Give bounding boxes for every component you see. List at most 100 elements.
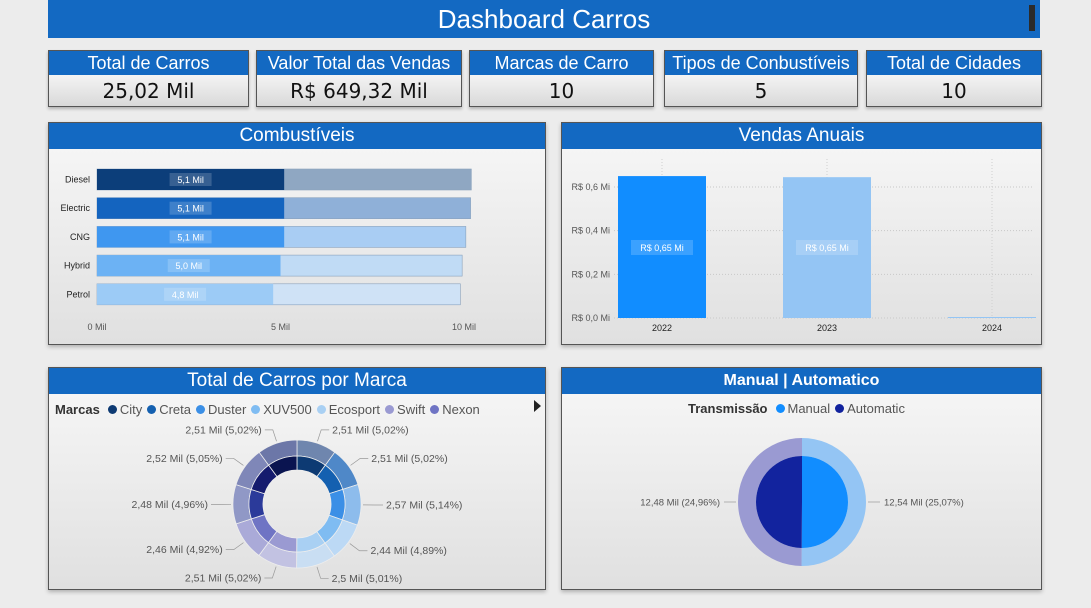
- slice-label: 12,48 Mil (24,96%): [640, 498, 720, 509]
- legend-item[interactable]: City: [106, 402, 142, 417]
- legend-next-arrow-icon[interactable]: [534, 400, 541, 412]
- legend-item[interactable]: XUV500: [249, 402, 312, 417]
- leader-line: [350, 458, 369, 466]
- legend-item[interactable]: Duster: [194, 402, 246, 417]
- legend-label: Swift: [397, 402, 426, 417]
- leader-line: [316, 566, 329, 579]
- legend-item[interactable]: Nexon: [428, 402, 480, 417]
- bar[interactable]: [948, 317, 1036, 318]
- panel-title: Combustíveis: [49, 123, 545, 149]
- leader-line: [225, 458, 244, 466]
- page-title: Dashboard Carros: [437, 3, 651, 34]
- dashboard-header: Dashboard Carros: [48, 0, 1040, 38]
- kpi-value: 10: [867, 75, 1041, 106]
- data-label: R$ 0,65 Mi: [805, 243, 849, 253]
- legend-item[interactable]: Creta: [145, 402, 191, 417]
- slice-label: 2,51 Mil (5,02%): [371, 453, 447, 465]
- legend-dot-icon: [251, 405, 261, 414]
- slice-label: 2,51 Mil (5,02%): [185, 573, 261, 585]
- data-label: 5,1 Mil: [177, 204, 204, 214]
- kpi-total-cars: Total de Carros 25,02 Mil: [48, 50, 249, 107]
- legend-item[interactable]: Swift: [383, 402, 425, 417]
- data-label: 4,8 Mil: [172, 290, 199, 300]
- leader-line: [317, 429, 330, 442]
- transmission-chart-area: Transmissão Manual Automatic 12,54 Mil (2…: [562, 394, 1041, 589]
- panel-title: Manual | Automatico: [562, 368, 1041, 394]
- kpi-fuel-types: Tipos de Conbustíveis 5: [664, 50, 858, 107]
- annual-sales-panel: Vendas Anuais R$ 0,0 Mi R$ 0,2 Mi R$ 0,4 M…: [561, 122, 1042, 345]
- brand-panel: Total de Carros por Marca Marcas City Cre…: [48, 367, 546, 590]
- legend-label: City: [119, 402, 143, 417]
- slice-label: 2,48 Mil (4,96%): [132, 499, 208, 511]
- annual-sales-chart[interactable]: R$ 0,0 Mi R$ 0,2 Mi R$ 0,4 Mi R$ 0,6 Mi 2022…: [562, 149, 1039, 342]
- kpi-car-brands: Marcas de Carro 10: [469, 50, 654, 107]
- kpi-value: 25,02 Mil: [49, 75, 248, 106]
- donut-slice[interactable]: [248, 488, 266, 520]
- fuel-chart-area: 0 Mil 5 Mil 10 Mil Diesel 5,1 Mil Electric 5,1…: [49, 149, 545, 344]
- legend-label: Manual: [787, 401, 831, 416]
- legend-label: Duster: [208, 402, 247, 417]
- legend-label: XUV500: [263, 402, 312, 417]
- y-category-label: Hybrid: [64, 261, 90, 271]
- data-label: 5,0 Mil: [175, 261, 202, 271]
- slice-label: 2,46 Mil (4,92%): [146, 544, 222, 556]
- legend-dot-icon: [107, 405, 117, 414]
- x-tick-label: 0 Mil: [87, 322, 106, 332]
- y-tick-label: R$ 0,0 Mi: [571, 313, 610, 323]
- kpi-title: Marcas de Carro: [470, 51, 653, 75]
- y-category-label: CNG: [70, 232, 90, 242]
- kpi-title: Total de Cidades: [867, 51, 1041, 75]
- leader-line: [225, 542, 244, 550]
- legend-dot-icon: [316, 405, 326, 414]
- kpi-total-cities: Total de Cidades 10: [866, 50, 1042, 107]
- y-tick-label: R$ 0,2 Mi: [571, 269, 610, 279]
- slice-label: 12,54 Mil (25,07%): [884, 498, 964, 509]
- transmission-donut-chart[interactable]: 12,54 Mil (25,07%) 12,48 Mil (24,96%): [562, 394, 1039, 587]
- y-tick-label: R$ 0,6 Mi: [571, 182, 610, 192]
- y-tick-label: R$ 0,4 Mi: [571, 226, 610, 236]
- legend-item[interactable]: Automatic: [833, 401, 905, 416]
- y-category-label: Electric: [60, 203, 90, 213]
- legend-label: Ecosport: [328, 402, 381, 417]
- transmission-panel: Manual | Automatico Transmissão Manual Au…: [561, 367, 1042, 590]
- data-label: 5,1 Mil: [177, 175, 204, 185]
- slice-label: 2,51 Mil (5,02%): [185, 424, 261, 436]
- legend-title: Marcas: [55, 402, 100, 417]
- kpi-title: Valor Total das Vendas: [257, 51, 461, 75]
- kpi-title: Tipos de Conbustíveis: [665, 51, 857, 75]
- scroll-handle[interactable]: [1029, 5, 1035, 31]
- panel-title: Total de Carros por Marca: [49, 368, 545, 394]
- brand-donut-chart[interactable]: 2,51 Mil (5,02%) 2,51 Mil (5,02%) 2,57 Mil…: [49, 394, 543, 587]
- x-tick-label: 2024: [982, 323, 1002, 333]
- legend-dot-icon: [385, 405, 395, 414]
- x-tick-label: 2022: [652, 323, 672, 333]
- y-category-label: Diesel: [65, 175, 90, 185]
- legend-dot-icon: [775, 404, 785, 413]
- legend-label: Automatic: [847, 401, 905, 416]
- slice-label: 2,51 Mil (5,02%): [332, 424, 408, 436]
- slice-label: 2,57 Mil (5,14%): [386, 500, 462, 512]
- legend-item[interactable]: Manual: [774, 401, 831, 416]
- slice-label: 2,52 Mil (5,05%): [146, 453, 222, 465]
- brand-legend[interactable]: Marcas City Creta Duster XUV500 Ecosport Swif…: [55, 402, 483, 417]
- leader-line: [264, 429, 277, 442]
- data-label: R$ 0,65 Mi: [640, 243, 684, 253]
- slice-label: 2,44 Mil (4,89%): [370, 545, 446, 557]
- kpi-value: 5: [665, 75, 857, 106]
- fuel-panel: Combustíveis 0 Mil 5 Mil 10 Mil Diesel 5,1 M…: [48, 122, 546, 345]
- legend-title: Transmissão: [688, 401, 768, 416]
- panel-title: Vendas Anuais: [562, 123, 1041, 149]
- donut-slice[interactable]: [328, 488, 346, 521]
- x-tick-label: 2023: [817, 323, 837, 333]
- legend-label: Nexon: [442, 402, 480, 417]
- x-tick-label: 5 Mil: [271, 322, 290, 332]
- kpi-title: Total de Carros: [49, 51, 248, 75]
- brand-chart-area: Marcas City Creta Duster XUV500 Ecosport Swif…: [49, 394, 545, 589]
- legend-dot-icon: [147, 405, 157, 414]
- fuel-bar-chart[interactable]: 0 Mil 5 Mil 10 Mil Diesel 5,1 Mil Electric 5,1…: [49, 149, 543, 342]
- leader-line: [349, 543, 368, 552]
- legend-item[interactable]: Ecosport: [315, 402, 380, 417]
- kpi-value: R$ 649,32 Mil: [257, 75, 461, 106]
- x-tick-label: 10 Mil: [452, 322, 476, 332]
- transmission-legend[interactable]: Transmissão Manual Automatic: [688, 401, 908, 416]
